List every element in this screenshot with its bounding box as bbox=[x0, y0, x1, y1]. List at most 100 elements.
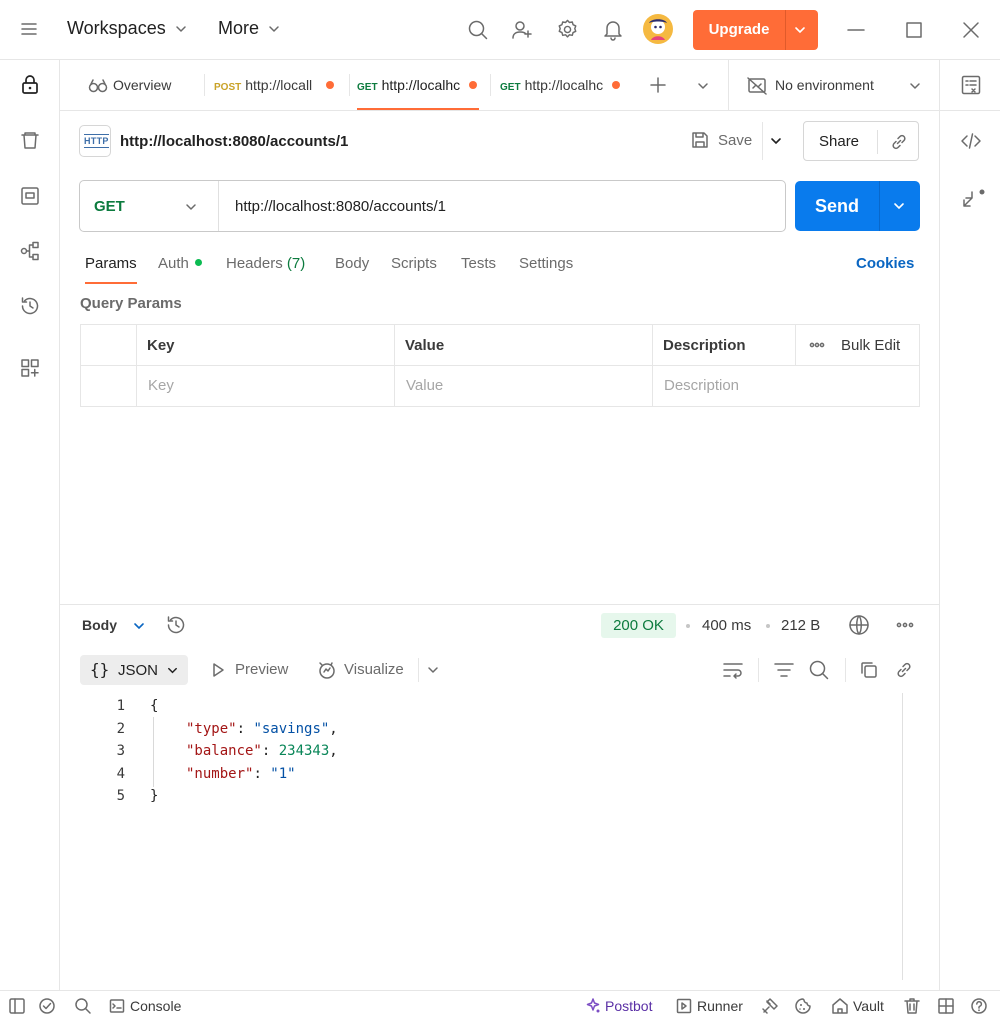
code-line: "type": "savings", bbox=[186, 721, 338, 737]
tab-body[interactable]: Body bbox=[335, 255, 369, 272]
preview-button[interactable]: Preview bbox=[235, 661, 288, 678]
tab-tests[interactable]: Tests bbox=[461, 255, 496, 272]
help-icon[interactable] bbox=[970, 997, 988, 1015]
upgrade-chevron-icon[interactable] bbox=[793, 23, 807, 37]
network-globe-icon[interactable] bbox=[848, 614, 870, 636]
console-icon[interactable] bbox=[109, 998, 125, 1014]
response-body-selector[interactable]: Body bbox=[82, 617, 117, 633]
tab-headers[interactable]: Headers (7) bbox=[226, 255, 305, 272]
response-more-options-icon[interactable] bbox=[896, 622, 914, 628]
new-tab-plus-icon[interactable] bbox=[649, 76, 667, 94]
console-button[interactable]: Console bbox=[130, 998, 181, 1014]
visualize-chevron-icon[interactable] bbox=[426, 663, 440, 677]
notifications-bell-icon[interactable] bbox=[602, 19, 624, 41]
cookies-icon[interactable] bbox=[794, 997, 812, 1015]
code-scrollbar[interactable] bbox=[902, 693, 903, 980]
code-line: { bbox=[150, 698, 159, 714]
history-icon[interactable] bbox=[19, 295, 41, 317]
vault-icon[interactable] bbox=[831, 997, 849, 1015]
preview-play-icon[interactable] bbox=[210, 662, 226, 678]
trash-icon[interactable] bbox=[903, 997, 921, 1015]
copy-link-response-icon[interactable] bbox=[894, 660, 914, 680]
description-input[interactable]: Description bbox=[664, 377, 739, 394]
upgrade-button[interactable]: Upgrade bbox=[693, 10, 818, 50]
wrap-lines-icon[interactable] bbox=[722, 660, 744, 680]
response-body-chevron-icon[interactable] bbox=[132, 619, 146, 633]
capture-requests-icon[interactable] bbox=[761, 997, 779, 1015]
tab-url-label: http://locall bbox=[245, 77, 313, 93]
visualize-button[interactable]: Visualize bbox=[344, 661, 404, 678]
tab-get-request[interactable]: GET http://localhc bbox=[500, 60, 628, 110]
postbot-button[interactable]: Postbot bbox=[605, 998, 652, 1014]
response-history-icon[interactable] bbox=[165, 614, 187, 636]
postbot-icon[interactable] bbox=[584, 997, 602, 1015]
invite-user-icon[interactable] bbox=[511, 19, 533, 41]
tab-settings[interactable]: Settings bbox=[519, 255, 573, 272]
tab-params[interactable]: Params bbox=[85, 255, 137, 272]
lock-icon[interactable] bbox=[19, 74, 41, 96]
runner-button[interactable]: Runner bbox=[697, 998, 743, 1014]
environment-quick-look-icon[interactable] bbox=[960, 74, 982, 96]
more-options-icon[interactable] bbox=[809, 342, 825, 348]
key-input[interactable]: Key bbox=[148, 377, 174, 394]
tab-post-request[interactable]: POST http://locall bbox=[214, 60, 344, 110]
toggle-sidebar-icon[interactable] bbox=[8, 997, 26, 1015]
search-response-icon[interactable] bbox=[808, 659, 830, 681]
bulk-edit-button[interactable]: Bulk Edit bbox=[841, 337, 900, 354]
format-selector[interactable]: {} JSON bbox=[80, 655, 188, 685]
request-title[interactable]: http://localhost:8080/accounts/1 bbox=[120, 133, 348, 150]
online-status-icon[interactable] bbox=[38, 997, 56, 1015]
copy-response-icon[interactable] bbox=[859, 660, 879, 680]
status-badge[interactable]: 200 OK bbox=[601, 613, 676, 638]
related-collections-icon[interactable] bbox=[960, 188, 986, 210]
settings-gear-icon[interactable] bbox=[556, 18, 579, 41]
save-options-chevron-icon[interactable] bbox=[769, 134, 783, 148]
visualize-icon[interactable] bbox=[317, 660, 337, 680]
trash-bin-icon[interactable] bbox=[19, 130, 41, 152]
tab-get-request-active[interactable]: GET http://localhc bbox=[357, 60, 479, 110]
unsaved-dot bbox=[468, 81, 477, 89]
tabs-dropdown-chevron-icon[interactable] bbox=[696, 79, 710, 93]
save-icon[interactable] bbox=[690, 130, 710, 150]
column-header-value: Value bbox=[405, 337, 445, 354]
method-chevron-icon[interactable] bbox=[184, 200, 198, 214]
minimize-window-icon[interactable] bbox=[846, 20, 866, 40]
more-menu[interactable]: More bbox=[218, 18, 280, 39]
flows-icon[interactable] bbox=[19, 240, 41, 262]
response-divider[interactable] bbox=[60, 604, 939, 605]
tab-auth[interactable]: Auth bbox=[158, 255, 202, 272]
environment-selector[interactable]: No environment bbox=[747, 60, 927, 110]
upgrade-label: Upgrade bbox=[708, 21, 770, 38]
find-icon[interactable] bbox=[74, 997, 92, 1015]
save-button[interactable]: Save bbox=[718, 132, 752, 149]
send-button[interactable]: Send bbox=[795, 181, 879, 231]
workspaces-menu[interactable]: Workspaces bbox=[67, 18, 187, 39]
url-input[interactable]: http://localhost:8080/accounts/1 bbox=[235, 198, 446, 215]
close-window-icon[interactable] bbox=[961, 20, 981, 40]
vault-button[interactable]: Vault bbox=[853, 998, 884, 1014]
code-snippet-icon[interactable] bbox=[960, 130, 982, 152]
two-pane-layout-icon[interactable] bbox=[937, 997, 955, 1015]
tab-overview[interactable]: Overview bbox=[88, 60, 208, 110]
unsaved-dot bbox=[611, 81, 620, 89]
copy-link-icon[interactable] bbox=[889, 132, 909, 152]
response-time[interactable]: 400 ms bbox=[702, 617, 751, 634]
response-code-viewer[interactable]: 1 { 2 "type": "savings", 3 "balance": 23… bbox=[80, 693, 904, 980]
share-button[interactable]: Share bbox=[819, 133, 859, 150]
maximize-window-icon[interactable] bbox=[904, 20, 924, 40]
search-icon[interactable] bbox=[467, 19, 489, 41]
http-method-select[interactable]: GET bbox=[94, 198, 125, 215]
add-workspace-icon[interactable] bbox=[19, 357, 41, 379]
response-size[interactable]: 212 B bbox=[781, 617, 820, 634]
value-input[interactable]: Value bbox=[406, 377, 443, 394]
tab-scripts[interactable]: Scripts bbox=[391, 255, 437, 272]
runner-icon[interactable] bbox=[676, 998, 692, 1014]
mock-server-icon[interactable] bbox=[19, 185, 41, 207]
auth-status-dot bbox=[194, 259, 202, 266]
menu-icon[interactable] bbox=[20, 20, 38, 38]
cookies-link[interactable]: Cookies bbox=[856, 255, 914, 272]
json-braces-icon: {} bbox=[90, 660, 110, 679]
send-options-chevron-icon[interactable] bbox=[892, 199, 906, 213]
filter-icon[interactable] bbox=[773, 660, 795, 680]
user-avatar[interactable] bbox=[643, 14, 673, 44]
